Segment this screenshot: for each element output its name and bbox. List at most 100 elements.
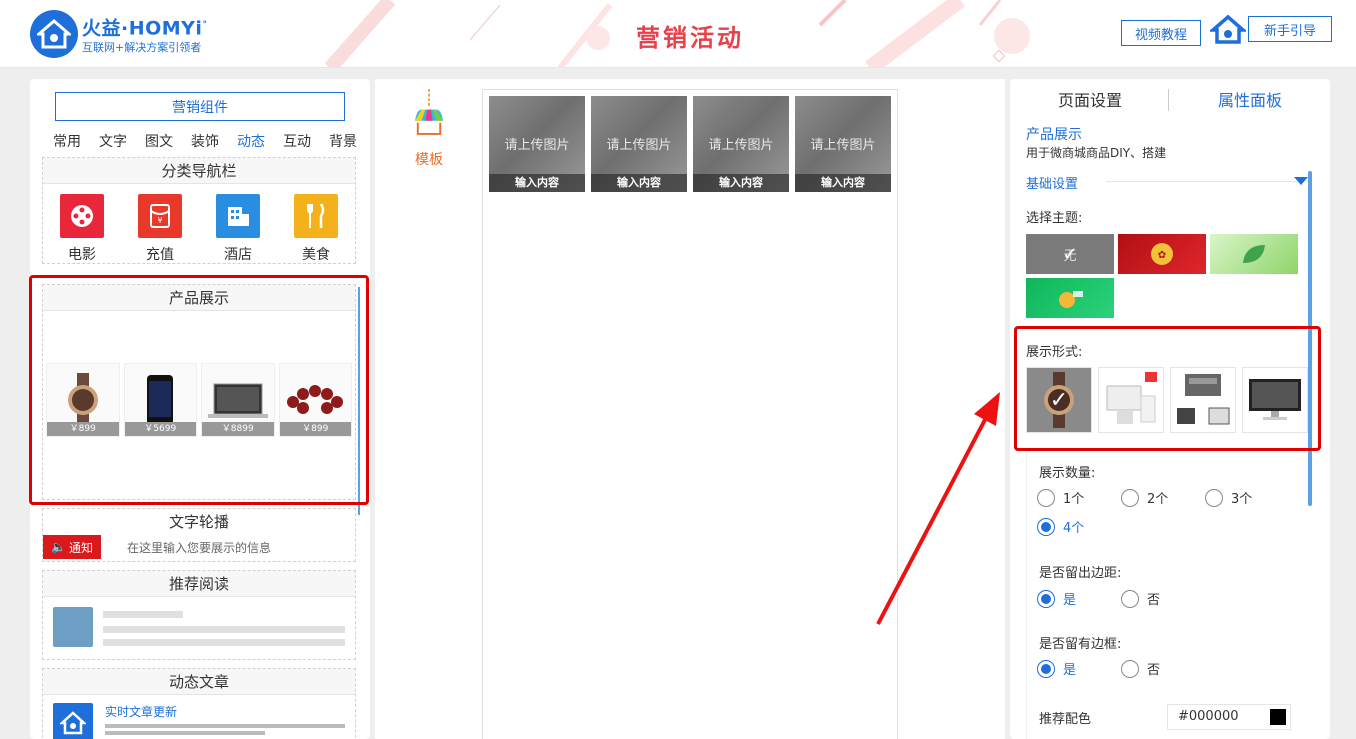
nav-item-recharge[interactable]: ¥ 充值	[125, 194, 195, 264]
tab-decoration[interactable]: 装饰	[182, 131, 228, 151]
tab-dynamic[interactable]: 动态	[228, 131, 274, 151]
product-display-component[interactable]: 产品展示 ￥899 ￥5699 ￥8899 ￥899	[42, 284, 360, 515]
margin-option-yes[interactable]: 是	[1037, 589, 1121, 608]
phone-icon	[147, 375, 174, 425]
border-radio-group: 是 否	[1037, 659, 1307, 678]
product-card: ￥899	[278, 363, 352, 437]
beginner-guide-button[interactable]: 新手引导	[1248, 16, 1332, 42]
theme-options: 无 ✓ ✿	[1026, 234, 1306, 318]
style-monitor[interactable]	[1242, 367, 1308, 433]
beginner-guide[interactable]: 新手引导	[1210, 14, 1332, 44]
basic-settings-toggle[interactable]: 基础设置	[1026, 173, 1078, 192]
tab-property-panel[interactable]: 属性面板	[1170, 89, 1330, 113]
checkmark-icon: ✓	[1049, 387, 1069, 413]
collapse-triangle-icon[interactable]	[1294, 177, 1308, 185]
component-scrollbar[interactable]	[358, 287, 360, 515]
color-swatch[interactable]	[1270, 709, 1286, 725]
count-radio-group: 1个 2个 3个 4个	[1037, 488, 1307, 536]
notice-tag: 🔈 通知	[43, 535, 101, 559]
block-title: 推荐阅读	[43, 571, 355, 597]
section-title: 产品展示	[1026, 127, 1082, 143]
caption-input[interactable]: 输入内容	[795, 174, 891, 192]
caption-input[interactable]: 输入内容	[489, 174, 585, 192]
tab-background[interactable]: 背景	[320, 131, 366, 151]
theme-none[interactable]: 无 ✓	[1026, 234, 1114, 274]
color-label: 推荐配色	[1039, 712, 1092, 727]
text-carousel-component[interactable]: 文字轮播 🔈 通知 在这里输入您要展示的信息	[42, 508, 356, 562]
hotel-icon	[216, 194, 260, 238]
pos-terminal-style-icon	[1106, 372, 1157, 424]
upload-image-slot[interactable]: 请上传图片 输入内容	[795, 96, 891, 192]
tab-page-settings[interactable]: 页面设置	[1010, 89, 1170, 113]
template-label: 模板	[415, 152, 443, 168]
count-option-4[interactable]: 4个	[1037, 517, 1121, 536]
phone-preview-canvas[interactable]: 请上传图片 输入内容 请上传图片 输入内容 请上传图片 输入内容 请上传图片 输…	[482, 89, 898, 739]
tab-interactive[interactable]: 互动	[274, 131, 320, 151]
block-title: 分类导航栏	[43, 158, 355, 184]
caption-input[interactable]: 输入内容	[591, 174, 687, 192]
house-logo-icon	[53, 703, 93, 739]
speaker-icon: 🔈	[51, 540, 66, 554]
theme-spring-green[interactable]	[1210, 234, 1298, 274]
component-category-tabs: 常用 文字 图文 装饰 动态 互动 背景	[44, 131, 366, 151]
category-nav-component[interactable]: 分类导航栏 电影 ¥ 充值 酒店 美食	[42, 157, 356, 264]
svg-text:✿: ✿	[1158, 250, 1166, 261]
color-input[interactable]: #000000	[1167, 704, 1291, 730]
block-title: 产品展示	[43, 285, 355, 311]
block-title: 动态文章	[43, 669, 355, 695]
red-packet-icon: ¥	[138, 194, 182, 238]
tab-text[interactable]: 文字	[90, 131, 136, 151]
margin-radio-group: 是 否	[1037, 589, 1307, 608]
printer-style-icon	[1177, 374, 1230, 425]
count-option-1[interactable]: 1个	[1037, 488, 1121, 507]
style-watch[interactable]: ✓	[1026, 367, 1092, 433]
theme-fresh-green[interactable]	[1026, 278, 1114, 318]
bracelet-icon	[287, 385, 344, 414]
count-option-2[interactable]: 2个	[1121, 488, 1205, 507]
upload-image-slot[interactable]: 请上传图片 输入内容	[693, 96, 789, 192]
properties-panel: 页面设置 属性面板 产品展示 用于微商城商品DIY、搭建 基础设置 选择主题: …	[1010, 79, 1330, 739]
border-option-yes[interactable]: 是	[1037, 659, 1121, 678]
count-label: 展示数量:	[1039, 466, 1096, 481]
festive-banner-icon: ✿	[1151, 243, 1173, 265]
house-guide-icon	[1210, 14, 1246, 44]
style-pos-terminal[interactable]	[1098, 367, 1164, 433]
nav-item-food[interactable]: 美食	[281, 194, 351, 264]
top-header: 火益·HOMYi° 互联网+解决方案引领者 营销活动 视频教程 新手引导	[0, 0, 1356, 68]
upload-image-slot[interactable]: 请上传图片 输入内容	[489, 96, 585, 192]
nav-item-movie[interactable]: 电影	[47, 194, 117, 264]
video-tutorial-button[interactable]: 视频教程	[1121, 20, 1201, 46]
laptop-icon	[207, 383, 268, 418]
thumbnail-placeholder	[53, 607, 93, 647]
canvas-panel: 模板 请上传图片 输入内容 请上传图片 输入内容 请上传图片 输入内容 请上传图…	[375, 79, 1005, 739]
marketing-components-button[interactable]: 营销组件	[55, 92, 345, 121]
tab-image-text[interactable]: 图文	[136, 131, 182, 151]
tab-divider	[1168, 89, 1169, 111]
svg-text:¥: ¥	[157, 216, 162, 225]
shop-icon	[414, 89, 444, 135]
monitor-style-icon	[1249, 379, 1301, 420]
border-label: 是否留有边框:	[1039, 637, 1122, 652]
fruit-icon	[1059, 291, 1083, 308]
product-card: ￥899	[46, 363, 120, 437]
dynamic-article-component[interactable]: 动态文章 实时文章更新	[42, 668, 356, 739]
theme-label: 选择主题:	[1026, 211, 1083, 226]
upload-image-slot[interactable]: 请上传图片 输入内容	[591, 96, 687, 192]
recommended-reading-component[interactable]: 推荐阅读	[42, 570, 356, 660]
caption-input[interactable]: 输入内容	[693, 174, 789, 192]
display-style-label: 展示形式:	[1026, 345, 1083, 360]
style-printer[interactable]	[1170, 367, 1236, 433]
template-button[interactable]: 模板	[411, 89, 447, 169]
section-description: 用于微商城商品DIY、搭建	[1026, 146, 1167, 160]
count-option-3[interactable]: 3个	[1205, 488, 1289, 507]
tab-common[interactable]: 常用	[44, 131, 90, 151]
notice-text: 在这里输入您要展示的信息	[127, 540, 272, 555]
article-link[interactable]: 实时文章更新	[105, 703, 345, 720]
nav-item-hotel[interactable]: 酒店	[203, 194, 273, 264]
border-option-no[interactable]: 否	[1121, 659, 1205, 678]
product-card: ￥8899	[201, 363, 275, 437]
product-card: ￥5699	[123, 363, 197, 437]
margin-option-no[interactable]: 否	[1121, 589, 1205, 608]
film-icon	[60, 194, 104, 238]
theme-new-year-red[interactable]: ✿	[1118, 234, 1206, 274]
